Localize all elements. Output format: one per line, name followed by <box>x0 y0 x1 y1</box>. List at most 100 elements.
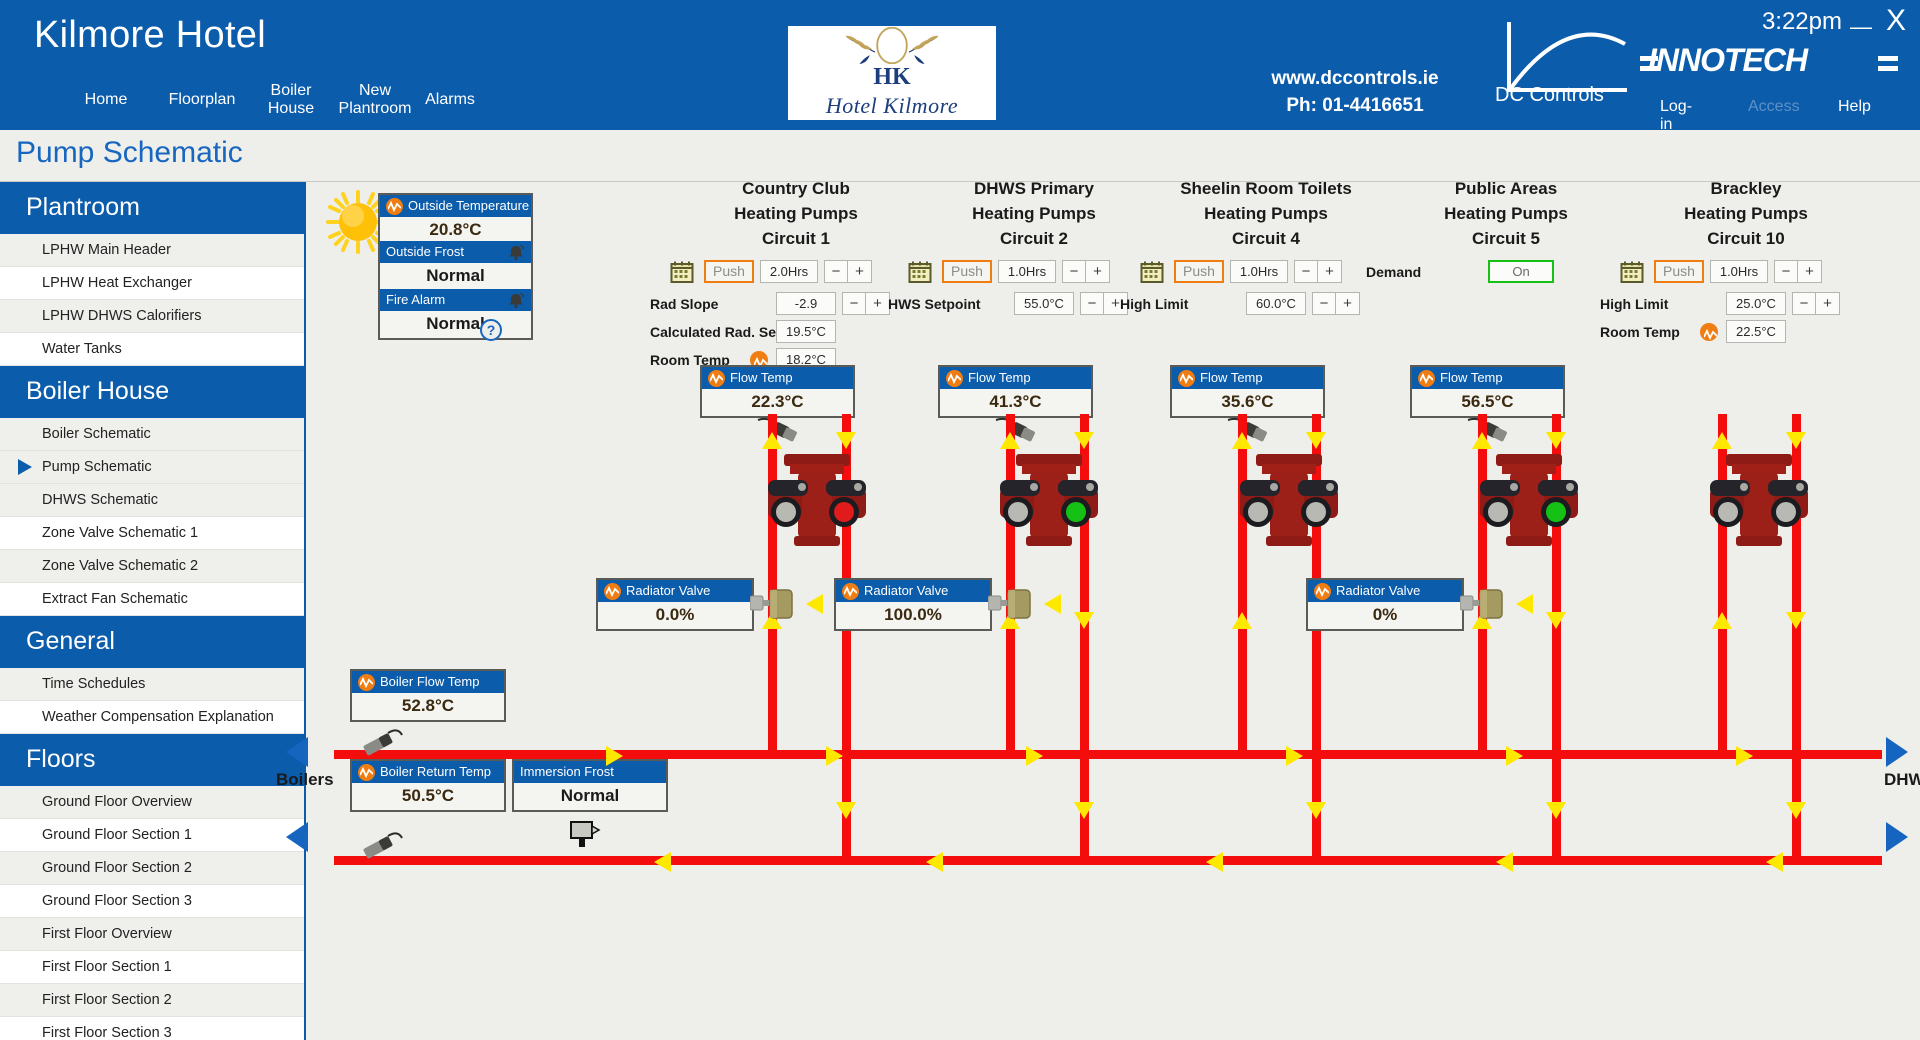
increment-button[interactable]: + <box>1816 292 1840 315</box>
demand-value-3[interactable]: On <box>1488 260 1554 283</box>
trend-icon[interactable] <box>842 582 859 600</box>
increment-button[interactable]: + <box>1336 292 1360 315</box>
trend-icon[interactable] <box>358 763 375 781</box>
boiler-return-temp-meter[interactable]: Boiler Return Temp 50.5°C <box>350 759 506 812</box>
twin-head-pump-icon[interactable] <box>1236 450 1342 550</box>
decrement-button[interactable]: − <box>1062 260 1086 283</box>
sidebar-item-first-floor-section-3[interactable]: First Floor Section 3 <box>0 1017 304 1040</box>
override-hours-field-0[interactable]: 2.0Hrs <box>760 260 818 283</box>
sidebar-item-first-floor-overview[interactable]: First Floor Overview <box>0 918 304 951</box>
sidebar-item-time-schedules[interactable]: Time Schedules <box>0 668 304 701</box>
schedule-button-0[interactable] <box>670 260 694 284</box>
nav-item-floorplan[interactable]: Floorplan <box>152 91 252 109</box>
param-value-2-0[interactable]: 60.0°C <box>1246 292 1306 315</box>
help-icon[interactable]: ? <box>480 319 502 341</box>
sidebar-item-dhws-schematic[interactable]: DHWS Schematic <box>0 484 304 517</box>
decrement-button[interactable]: − <box>1312 292 1336 315</box>
sidebar-item-lphw-dhws-calorifiers[interactable]: LPHW DHWS Calorifiers <box>0 300 304 333</box>
nav-item-home[interactable]: Home <box>66 91 146 109</box>
trend-icon[interactable] <box>1418 369 1435 387</box>
sidebar-item-boiler-schematic[interactable]: Boiler Schematic <box>0 418 304 451</box>
override-hours-field-1[interactable]: 1.0Hrs <box>998 260 1056 283</box>
sidebar-item-extract-fan-schematic[interactable]: Extract Fan Schematic <box>0 583 304 616</box>
param-stepper-0-0[interactable]: − + <box>842 292 890 315</box>
trend-icon[interactable] <box>1700 323 1718 341</box>
sidebar-item-ground-floor-section-2[interactable]: Ground Floor Section 2 <box>0 852 304 885</box>
trend-icon[interactable] <box>1314 582 1331 600</box>
override-hours-stepper-4[interactable]: − + <box>1774 260 1822 283</box>
param-value-0-1[interactable]: 19.5°C <box>776 320 836 343</box>
decrement-button[interactable]: − <box>1792 292 1816 315</box>
override-hours-field-2[interactable]: 1.0Hrs <box>1230 260 1288 283</box>
boiler-flow-temp-meter[interactable]: Boiler Flow Temp 52.8°C <box>350 669 506 722</box>
override-hours-stepper-2[interactable]: − + <box>1294 260 1342 283</box>
radiator-valve-icon[interactable] <box>988 587 1032 621</box>
schedule-button-4[interactable] <box>1620 260 1644 284</box>
push-button-2[interactable]: Push <box>1174 260 1224 283</box>
push-button-0[interactable]: Push <box>704 260 754 283</box>
auth-link-help[interactable]: Help <box>1838 98 1871 116</box>
param-value-4-0[interactable]: 25.0°C <box>1726 292 1786 315</box>
radiator-valve-meter-0[interactable]: Radiator Valve 0.0% <box>596 578 754 631</box>
immersion-frost-meter[interactable]: Immersion Frost Normal <box>512 759 668 812</box>
sidebar-item-zone-valve-schematic-1[interactable]: Zone Valve Schematic 1 <box>0 517 304 550</box>
sidebar-item-lphw-main-header[interactable]: LPHW Main Header <box>0 234 304 267</box>
trend-icon[interactable] <box>358 673 375 691</box>
schedule-calendar-icon[interactable] <box>1140 260 1164 284</box>
param-trend-4-1[interactable] <box>1700 323 1718 346</box>
override-hours-stepper-1[interactable]: − + <box>1062 260 1110 283</box>
nav-item-alarms[interactable]: Alarms <box>410 91 490 109</box>
push-button-4[interactable]: Push <box>1654 260 1704 283</box>
trend-icon[interactable] <box>1178 369 1195 387</box>
twin-head-pump-icon[interactable] <box>1476 450 1582 550</box>
sidebar-item-water-tanks[interactable]: Water Tanks <box>0 333 304 366</box>
sidebar-item-ground-floor-section-1[interactable]: Ground Floor Section 1 <box>0 819 304 852</box>
increment-button[interactable]: + <box>866 292 890 315</box>
sidebar-item-first-floor-section-2[interactable]: First Floor Section 2 <box>0 984 304 1017</box>
sidebar-item-ground-floor-overview[interactable]: Ground Floor Overview <box>0 786 304 819</box>
increment-button[interactable]: + <box>1318 260 1342 283</box>
close-button[interactable]: X <box>1886 4 1906 38</box>
nav-item-boiler-house[interactable]: Boiler House <box>258 82 324 118</box>
decrement-button[interactable]: − <box>824 260 848 283</box>
schedule-calendar-icon[interactable] <box>908 260 932 284</box>
schedule-button-1[interactable] <box>908 260 932 284</box>
radiator-valve-icon[interactable] <box>750 587 794 621</box>
push-button-1[interactable]: Push <box>942 260 992 283</box>
radiator-valve-icon[interactable] <box>1460 587 1504 621</box>
outside-temperature-meter[interactable]: Outside Temperature 20.8°C <box>378 193 533 246</box>
radiator-valve-meter-1[interactable]: Radiator Valve 100.0% <box>834 578 992 631</box>
trend-icon[interactable] <box>708 369 725 387</box>
company-website[interactable]: www.dccontrols.ie <box>1230 68 1480 90</box>
increment-button[interactable]: + <box>1086 260 1110 283</box>
sidebar-item-weather-compensation-explanation[interactable]: Weather Compensation Explanation <box>0 701 304 734</box>
override-hours-field-4[interactable]: 1.0Hrs <box>1710 260 1768 283</box>
sidebar-item-zone-valve-schematic-2[interactable]: Zone Valve Schematic 2 <box>0 550 304 583</box>
twin-head-pump-icon[interactable] <box>764 450 870 550</box>
param-value-0-0[interactable]: -2.9 <box>776 292 836 315</box>
trend-icon[interactable] <box>386 197 403 215</box>
sidebar-item-pump-schematic[interactable]: Pump Schematic <box>0 451 304 484</box>
param-stepper-2-0[interactable]: − + <box>1312 292 1360 315</box>
outside-frost-meter[interactable]: Outside Frost Normal <box>378 241 533 292</box>
sidebar-item-ground-floor-section-3[interactable]: Ground Floor Section 3 <box>0 885 304 918</box>
twin-head-pump-icon[interactable] <box>1706 450 1812 550</box>
flow-temp-meter-3[interactable]: Flow Temp 56.5°C <box>1410 365 1565 418</box>
radiator-valve-meter-3[interactable]: Radiator Valve 0% <box>1306 578 1464 631</box>
decrement-button[interactable]: − <box>1774 260 1798 283</box>
trend-icon[interactable] <box>604 582 621 600</box>
param-value-4-1[interactable]: 22.5°C <box>1726 320 1786 343</box>
increment-button[interactable]: + <box>1798 260 1822 283</box>
param-stepper-4-0[interactable]: − + <box>1792 292 1840 315</box>
decrement-button[interactable]: − <box>1080 292 1104 315</box>
schedule-calendar-icon[interactable] <box>670 260 694 284</box>
schedule-calendar-icon[interactable] <box>1620 260 1644 284</box>
flow-temp-meter-1[interactable]: Flow Temp 41.3°C <box>938 365 1093 418</box>
twin-head-pump-icon[interactable] <box>996 450 1102 550</box>
fire-alarm-meter[interactable]: Fire Alarm Normal <box>378 289 533 340</box>
increment-button[interactable]: + <box>848 260 872 283</box>
override-hours-stepper-0[interactable]: − + <box>824 260 872 283</box>
flow-temp-meter-2[interactable]: Flow Temp 35.6°C <box>1170 365 1325 418</box>
sidebar-item-lphw-heat-exchanger[interactable]: LPHW Heat Exchanger <box>0 267 304 300</box>
trend-icon[interactable] <box>946 369 963 387</box>
